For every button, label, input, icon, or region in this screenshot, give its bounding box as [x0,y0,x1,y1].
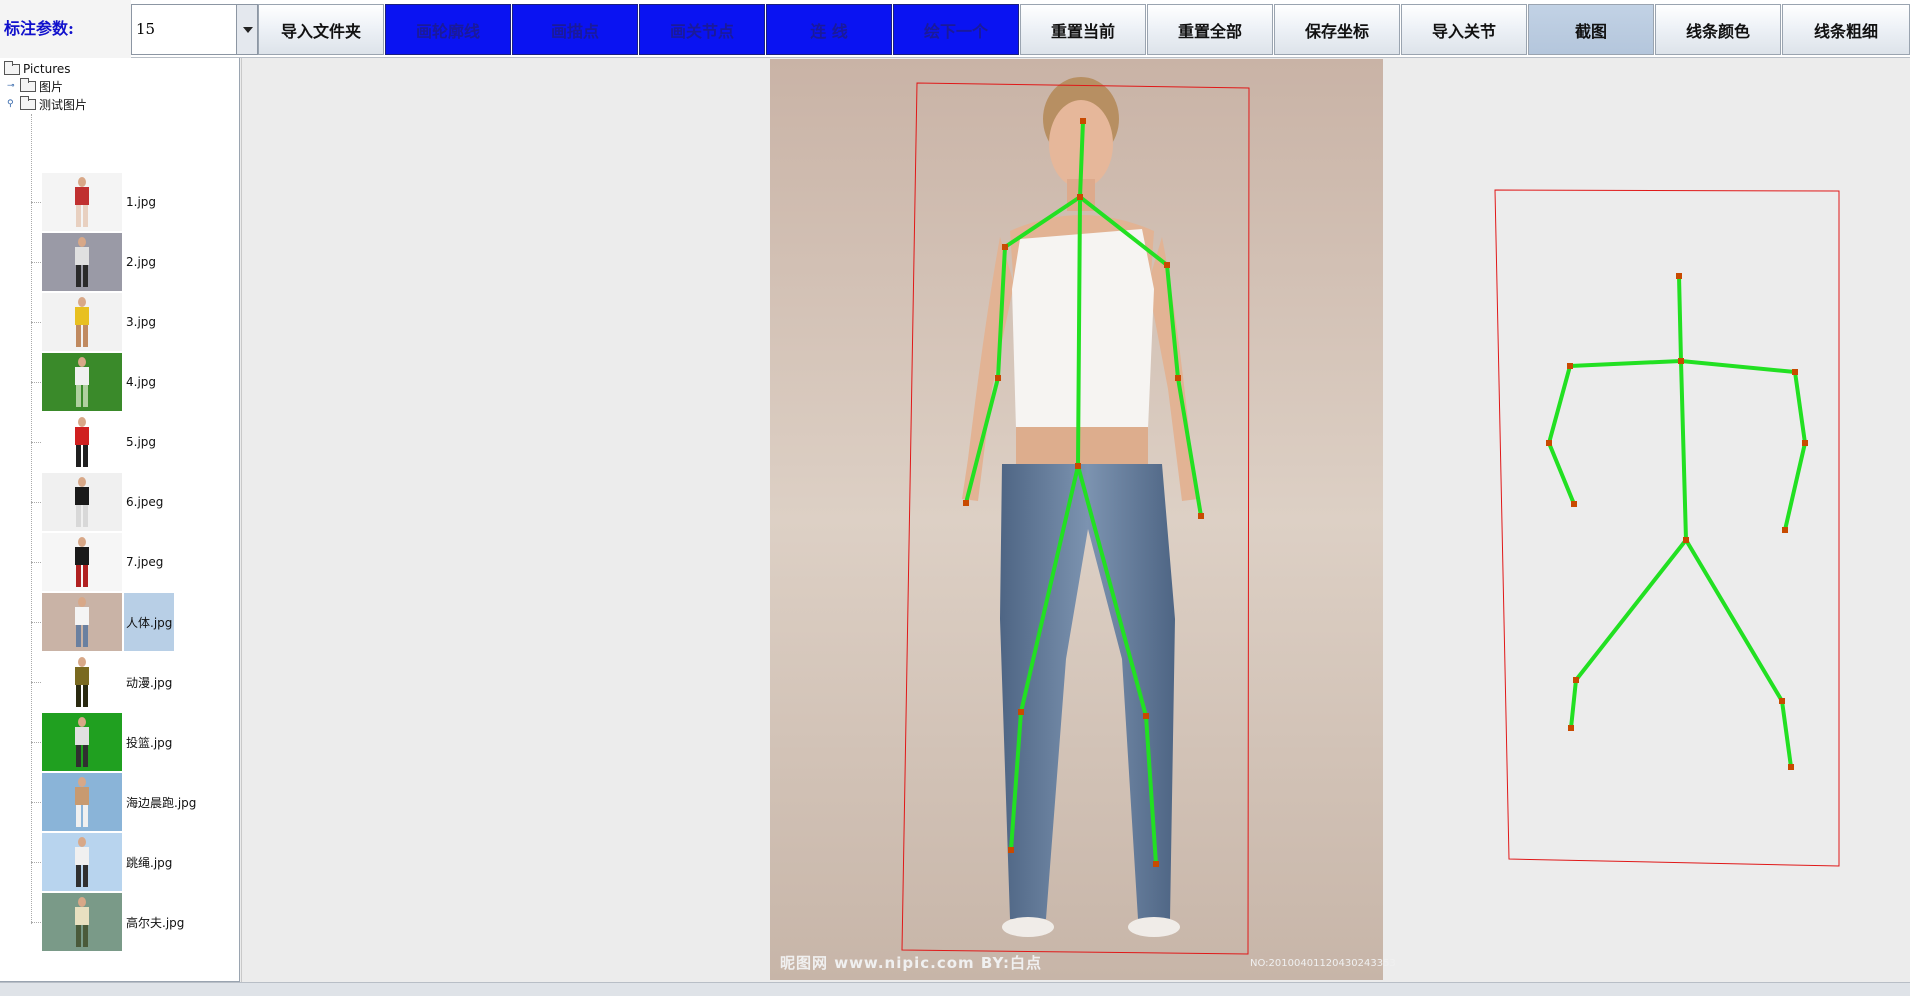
tree-file-item[interactable]: 7.jpeg [31,532,165,592]
image-thumbnail [42,653,122,711]
folder-icon [4,60,20,75]
line-width-button[interactable]: 线条粗细 [1782,4,1910,55]
folder-icon [20,96,36,110]
toolbar: 标注参数: 15 导入文件夹 画轮廓线 画描点 画关节点连 线绘下一个 重置当前 重置全部… [0,0,1910,58]
tree-file-item[interactable]: 动漫.jpg [31,652,174,712]
screenshot-button[interactable]: 截图 [1528,4,1654,55]
image-thumbnail [42,833,122,891]
tree-file-item[interactable]: 3.jpg [31,292,158,352]
annotation-param-select[interactable]: 15 [131,4,258,55]
tree-file-name: 5.jpg [126,435,157,449]
tree-file-item[interactable]: 1.jpg [31,172,158,232]
status-bar [0,982,1910,996]
save-coords-button[interactable]: 保存坐标 [1274,4,1400,55]
tree-file-name: 7.jpeg [126,555,164,569]
tree-branch-line [31,261,41,263]
tree-file-name: 动漫.jpg [126,675,173,690]
image-thumbnail [42,773,122,831]
folder-icon [20,78,36,92]
tree-file-name: 1.jpg [126,195,157,209]
image-thumbnail [42,413,122,471]
tree-branch-line [31,441,41,443]
draw-contour-button[interactable]: 画轮廓线 [385,4,511,55]
annotation-param-value: 15 [136,20,156,38]
photo-watermark-id: NO:20100401120430243353 [1250,958,1396,969]
image-thumbnail [42,293,122,351]
photo-illustration [770,59,1383,980]
tree-branch-line [31,741,41,743]
line-color-button[interactable]: 线条颜色 [1655,4,1781,55]
tree-branch-line [31,921,41,923]
image-thumbnail [42,533,122,591]
tree-file-item[interactable]: 5.jpg [31,412,158,472]
expand-icon[interactable]: ⊸ [7,82,16,91]
tree-branch-line [31,321,41,323]
import-joints-button[interactable]: 导入关节 [1401,4,1527,55]
collapse-icon[interactable]: ⚲ [7,100,16,109]
tree-folder-images[interactable]: 图片 [20,78,63,95]
tree-file-name: 高尔夫.jpg [126,915,185,930]
tree-file-item[interactable]: 6.jpeg [31,472,165,532]
photo-watermark: 昵图网 www.nipic.com BY:白点 [780,954,1043,972]
draw-next-button[interactable]: 绘下一个 [893,4,1019,55]
tree-folder-label: 测试图片 [39,98,88,112]
tree-file-name: 3.jpg [126,315,157,329]
tree-root-label: Pictures [23,62,71,76]
tree-file-item[interactable]: 海边晨跑.jpg [31,772,198,832]
image-preview[interactable] [770,59,1383,980]
image-thumbnail [42,893,122,951]
image-thumbnail [42,593,122,651]
tree-branch-line [31,501,41,503]
image-thumbnail [42,353,122,411]
tree-file-name: 6.jpeg [126,495,164,509]
tree-file-name: 投篮.jpg [126,735,173,750]
tree-file-item[interactable]: 高尔夫.jpg [31,892,186,952]
chevron-down-icon[interactable] [236,4,258,55]
reset-current-button[interactable]: 重置当前 [1020,4,1146,55]
tree-file-item[interactable]: 4.jpg [31,352,158,412]
image-thumbnail [42,173,122,231]
tree-branch-line [31,201,41,203]
tree-root[interactable]: Pictures [4,60,71,76]
tree-file-name: 海边晨跑.jpg [126,795,197,810]
draw-joint-button[interactable]: 画关节点 [639,4,765,55]
tree-file-item[interactable]: 人体.jpg [31,592,175,652]
tree-file-name: 2.jpg [126,255,157,269]
reset-all-button[interactable]: 重置全部 [1147,4,1273,55]
connect-line-button[interactable]: 连 线 [766,4,892,55]
draw-anchor-button[interactable]: 画描点 [512,4,638,55]
tree-branch-line [31,621,41,623]
image-thumbnail [42,473,122,531]
tree-branch-line [31,801,41,803]
tree-file-name: 人体.jpg [124,593,175,651]
tree-file-item[interactable]: 2.jpg [31,232,158,292]
image-thumbnail [42,233,122,291]
tree-branch-line [31,561,41,563]
tree-branch-line [31,681,41,683]
tree-folder-label: 图片 [39,80,64,94]
tree-file-name: 跳绳.jpg [126,855,173,870]
tree-folder-test-images[interactable]: 测试图片 [20,96,87,113]
tree-branch-line [31,381,41,383]
tree-file-item[interactable]: 跳绳.jpg [31,832,174,892]
import-folder-button[interactable]: 导入文件夹 [258,4,384,55]
image-thumbnail [42,713,122,771]
tree-file-name: 4.jpg [126,375,157,389]
annotation-param-label: 标注参数: [0,0,131,58]
file-tree[interactable]: Pictures ⊸ 图片 ⚲ 测试图片 1.jpg 2.jpg 3.jpg 4.jp… [0,58,240,982]
tree-branch-line [31,861,41,863]
tree-file-item[interactable]: 投篮.jpg [31,712,174,772]
